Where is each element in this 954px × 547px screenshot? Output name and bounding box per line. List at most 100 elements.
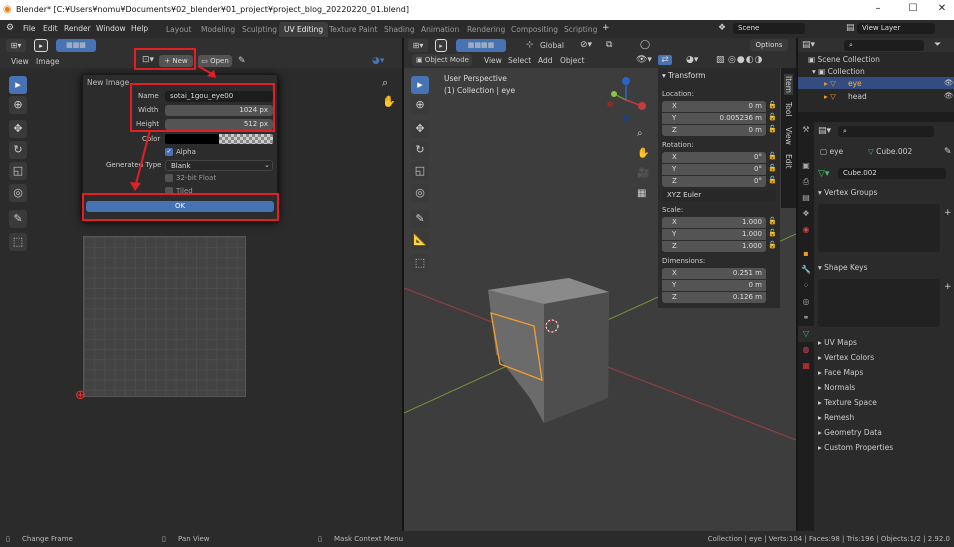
output-tab-icon[interactable]: ⎙ [798, 174, 814, 190]
rotation-mode-select[interactable]: XYZ Euler [662, 190, 776, 201]
tab-item[interactable]: Item [784, 74, 793, 96]
viewport-add-menu[interactable]: Add [538, 56, 553, 65]
blender-menu-icon[interactable]: ⚙ [6, 23, 14, 33]
proportional-edit-icon[interactable]: ◯ [640, 40, 650, 50]
add-workspace-icon[interactable]: + [602, 23, 610, 33]
view-layer-tab-icon[interactable]: ▤ [798, 190, 814, 206]
vp-ortho-icon[interactable]: ▦ [637, 188, 646, 199]
tool-tab-icon[interactable]: ⚒ [798, 122, 814, 138]
tab-tool[interactable]: Tool [784, 102, 793, 117]
visibility-icon[interactable]: 👁▾ [636, 55, 652, 65]
lock-icon[interactable]: 🔓 [768, 113, 777, 121]
world-tab-icon[interactable]: ◉ [798, 222, 814, 238]
close-icon[interactable]: ✕ [932, 3, 952, 17]
2d-cursor-icon[interactable]: ⊕ [75, 388, 86, 403]
transform-orientation[interactable]: Global [540, 41, 564, 50]
scale-x-field[interactable]: X 1.000 [662, 217, 766, 228]
lock-icon[interactable]: 🔓 [768, 164, 777, 172]
lock-icon[interactable]: 🔓 [768, 241, 777, 249]
panel-face-maps[interactable]: ▸ Face Maps [818, 368, 863, 377]
scene-collection-row[interactable]: ▣ Scene Collection [808, 55, 880, 64]
tab-shading[interactable]: Shading [379, 22, 419, 37]
panel-vertex-colors[interactable]: ▸ Vertex Colors [818, 353, 874, 362]
panel-texture-space[interactable]: ▸ Texture Space [818, 398, 877, 407]
vp-camera-icon[interactable]: 🎥 [637, 168, 649, 179]
menu-window[interactable]: Window [96, 24, 126, 33]
pivot-icon[interactable]: ⊘▾ [580, 40, 592, 50]
render-tab-icon[interactable]: ▣ [798, 158, 814, 174]
data-tab-icon[interactable]: ▽ [798, 326, 814, 342]
particles-tab-icon[interactable]: ⁘ [798, 278, 814, 294]
dimensions-x-field[interactable]: X 0.251 m [662, 268, 766, 279]
location-y-field[interactable]: Y 0.005236 m [662, 113, 766, 124]
interaction-mode-select[interactable]: ▣ Object Mode [412, 54, 472, 66]
options-button[interactable]: Options [750, 39, 788, 51]
shading-modes-icon[interactable]: ◎●◐◑ [728, 55, 763, 65]
menu-render[interactable]: Render [64, 24, 91, 33]
menu-file[interactable]: File [23, 24, 36, 33]
tab-uv-editing[interactable]: UV Editing [279, 22, 329, 37]
lock-icon[interactable]: 🔓 [768, 229, 777, 237]
lock-icon[interactable]: 🔓 [768, 176, 777, 184]
view-layer-icon[interactable]: ▤ [846, 23, 855, 33]
panel-remesh[interactable]: ▸ Remesh [818, 413, 854, 422]
props-pin-icon[interactable]: ✎ [944, 147, 952, 157]
overlay-icon-3d[interactable]: ◕▾ [686, 55, 698, 65]
vertex-groups-header[interactable]: ▾ Vertex Groups [818, 188, 877, 197]
eye-visibility-icon[interactable]: 👁 [944, 78, 954, 87]
scene-selector[interactable]: Scene [733, 23, 805, 34]
panel-normals[interactable]: ▸ Normals [818, 383, 855, 392]
tab-texture-paint[interactable]: Texture Paint [324, 22, 382, 37]
shape-keys-header[interactable]: ▾ Shape Keys [818, 263, 868, 272]
outliner-item-eye[interactable]: ▸ ▽ eye 👁 [798, 77, 954, 89]
menu-help[interactable]: Help [131, 24, 148, 33]
outliner-search[interactable]: ⌕ [844, 40, 924, 51]
head-visibility-icon[interactable]: 👁 [944, 91, 954, 100]
lock-icon[interactable]: 🔓 [768, 101, 777, 109]
tab-rendering[interactable]: Rendering [462, 22, 510, 37]
location-z-field[interactable]: Z 0 m [662, 125, 766, 136]
filter-icon[interactable]: ⏷ [934, 40, 941, 50]
snap-icon[interactable]: ⧉ [606, 40, 612, 50]
collection-row[interactable]: ▾ ▣ Collection [812, 67, 865, 76]
editor-type-icon-3d[interactable]: ⊞▾ [408, 39, 428, 52]
transform-orientation-icon[interactable]: ⊹ [526, 40, 534, 50]
tab-animation[interactable]: Animation [416, 22, 464, 37]
panel-uv-maps[interactable]: ▸ UV Maps [818, 338, 857, 347]
minimize-icon[interactable]: – [868, 3, 888, 17]
add-shapekey-icon[interactable]: + [944, 282, 952, 292]
select-mode-3d[interactable]: ▦▦▦▦ [456, 39, 506, 52]
select-tool-icon-3d[interactable]: ▸ [435, 39, 447, 52]
lock-icon[interactable]: 🔓 [768, 217, 777, 225]
location-x-field[interactable]: X 0 m [662, 101, 766, 112]
view-layer-selector[interactable]: View Layer [857, 23, 935, 34]
viewport-view-menu[interactable]: View [484, 56, 502, 65]
lock-icon[interactable]: 🔓 [768, 125, 777, 133]
constraints-tab-icon[interactable]: ⚭ [798, 310, 814, 326]
maximize-icon[interactable]: ☐ [903, 3, 923, 17]
scale-y-field[interactable]: Y 1.000 [662, 229, 766, 240]
texture-tab-icon[interactable]: ▦ [798, 358, 814, 374]
tab-sculpting[interactable]: Sculpting [237, 22, 282, 37]
lock-icon[interactable]: 🔓 [768, 152, 777, 160]
physics-tab-icon[interactable]: ◎ [798, 294, 814, 310]
scale-z-field[interactable]: Z 1.000 [662, 241, 766, 252]
tab-scripting[interactable]: Scripting [559, 22, 602, 37]
tab-view[interactable]: View [784, 127, 793, 145]
scene-tab-icon[interactable]: ❖ [798, 206, 814, 222]
vp-zoom-icon[interactable]: ⌕ [637, 128, 643, 139]
viewport-object-menu[interactable]: Object [560, 56, 584, 65]
gizmo-icon[interactable]: ⇄ [658, 55, 672, 65]
shape-keys-list[interactable] [818, 279, 940, 327]
rotation-x-field[interactable]: X 0° [662, 152, 766, 163]
props-search[interactable]: ⌕ [838, 126, 934, 137]
props-type-icon[interactable]: ▤▾ [818, 126, 831, 136]
outliner-item-head[interactable]: ▸ ▽ head 👁 [798, 90, 954, 102]
tab-edit[interactable]: Edit [784, 154, 793, 169]
modifier-tab-icon[interactable]: 🔧 [798, 262, 814, 278]
outliner-type-icon[interactable]: ▤▾ [802, 40, 815, 50]
uv-grid[interactable] [83, 236, 246, 397]
tab-layout[interactable]: Layout [161, 22, 197, 37]
3d-viewport[interactable]: ⊞▾ ▸ ▦▦▦▦ ⊹ Global ⊘▾ ⧉ ◯ Options ▣ Obje… [404, 38, 796, 531]
vertex-groups-list[interactable] [818, 204, 940, 252]
